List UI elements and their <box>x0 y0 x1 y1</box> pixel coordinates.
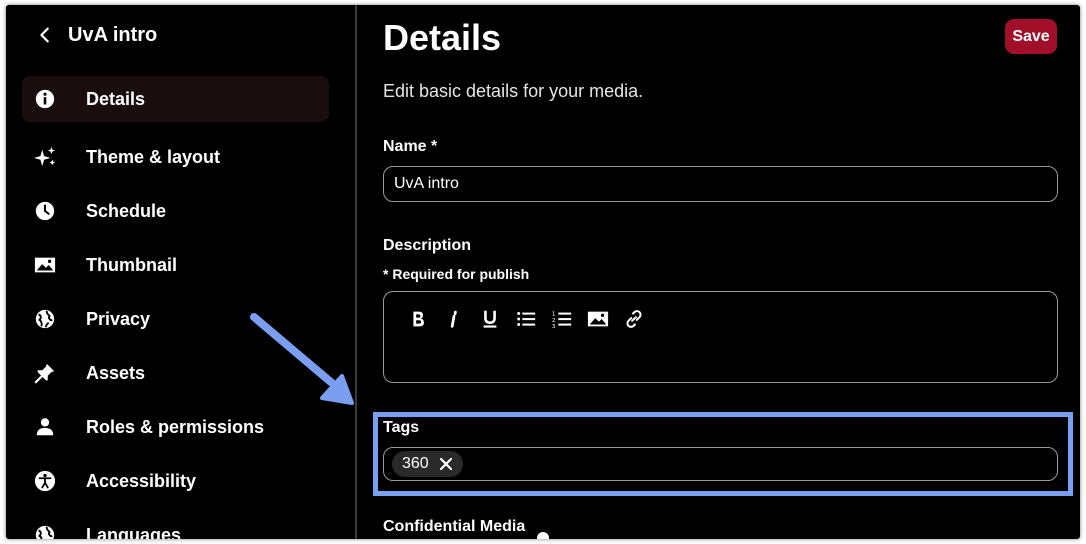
svg-text:2: 2 <box>552 318 556 324</box>
tag-chip-label: 360 <box>402 455 429 472</box>
underline-icon[interactable] <box>472 306 508 332</box>
info-icon[interactable] <box>537 532 549 539</box>
italic-icon[interactable] <box>436 306 472 332</box>
close-icon[interactable] <box>439 457 453 471</box>
description-editor[interactable]: 123 <box>383 291 1058 383</box>
person-icon <box>32 414 58 440</box>
sidebar-item-label: Languages <box>86 524 182 540</box>
description-required-note: * Required for publish <box>383 266 530 282</box>
chevron-left-icon <box>40 27 49 43</box>
sidebar-item-roles-permissions[interactable]: Roles & permissions <box>22 400 329 454</box>
confidential-media-label: Confidential Media <box>383 518 526 535</box>
app-window: UvA intro Details Theme & layout Schedul… <box>6 5 1080 539</box>
svg-text:1: 1 <box>552 311 556 317</box>
link-icon[interactable] <box>616 306 652 332</box>
clock-icon <box>32 198 58 224</box>
sidebar-nav: Details Theme & layout Schedule Thumbnai… <box>22 76 329 539</box>
name-label: Name * <box>383 138 438 155</box>
page-subtitle: Edit basic details for your media. <box>383 81 644 101</box>
save-button[interactable]: Save <box>1005 19 1057 54</box>
sidebar-item-label: Details <box>86 88 146 109</box>
page-title: Details <box>383 17 502 58</box>
name-input-value: UvA intro <box>394 175 459 192</box>
tag-chip: 360 <box>392 451 463 477</box>
sidebar-item-details[interactable]: Details <box>22 76 329 122</box>
insert-image-icon[interactable] <box>580 306 616 332</box>
sidebar-item-label: Schedule <box>86 200 167 221</box>
details-panel: Details Save Edit basic details for your… <box>357 5 1080 539</box>
accessibility-icon <box>32 468 58 494</box>
sidebar-item-theme-layout[interactable]: Theme & layout <box>22 130 329 184</box>
sidebar-item-label: Privacy <box>86 308 151 329</box>
sidebar-item-label: Roles & permissions <box>86 416 265 437</box>
sidebar-item-privacy[interactable]: Privacy <box>22 292 329 346</box>
numbered-list-icon[interactable]: 123 <box>544 306 580 332</box>
sidebar-item-label: Theme & layout <box>86 146 221 167</box>
sparkles-icon <box>32 144 58 170</box>
sidebar-item-schedule[interactable]: Schedule <box>22 184 329 238</box>
name-input[interactable]: UvA intro <box>383 166 1058 202</box>
info-icon <box>32 86 58 112</box>
sidebar-item-label: Thumbnail <box>86 254 177 275</box>
tags-label: Tags <box>383 419 420 436</box>
editor-toolbar: 123 <box>400 306 652 332</box>
sidebar-item-accessibility[interactable]: Accessibility <box>22 454 329 508</box>
description-label: Description <box>383 237 472 254</box>
globe-icon <box>32 306 58 332</box>
media-title: UvA intro <box>68 23 158 46</box>
sidebar-item-languages[interactable]: Languages <box>22 508 329 539</box>
back-link[interactable]: UvA intro <box>36 21 157 49</box>
tags-input[interactable]: 360 <box>383 447 1058 481</box>
pin-icon <box>32 360 58 386</box>
sidebar-item-thumbnail[interactable]: Thumbnail <box>22 238 329 292</box>
svg-text:3: 3 <box>552 324 556 330</box>
image-icon <box>32 252 58 278</box>
sidebar-item-assets[interactable]: Assets <box>22 346 329 400</box>
sidebar-item-label: Accessibility <box>86 470 197 491</box>
bullet-list-icon[interactable] <box>508 306 544 332</box>
globe-icon <box>32 522 58 539</box>
sidebar-item-label: Assets <box>86 362 146 383</box>
bold-icon[interactable] <box>400 306 436 332</box>
sidebar: UvA intro Details Theme & layout Schedul… <box>6 5 355 539</box>
